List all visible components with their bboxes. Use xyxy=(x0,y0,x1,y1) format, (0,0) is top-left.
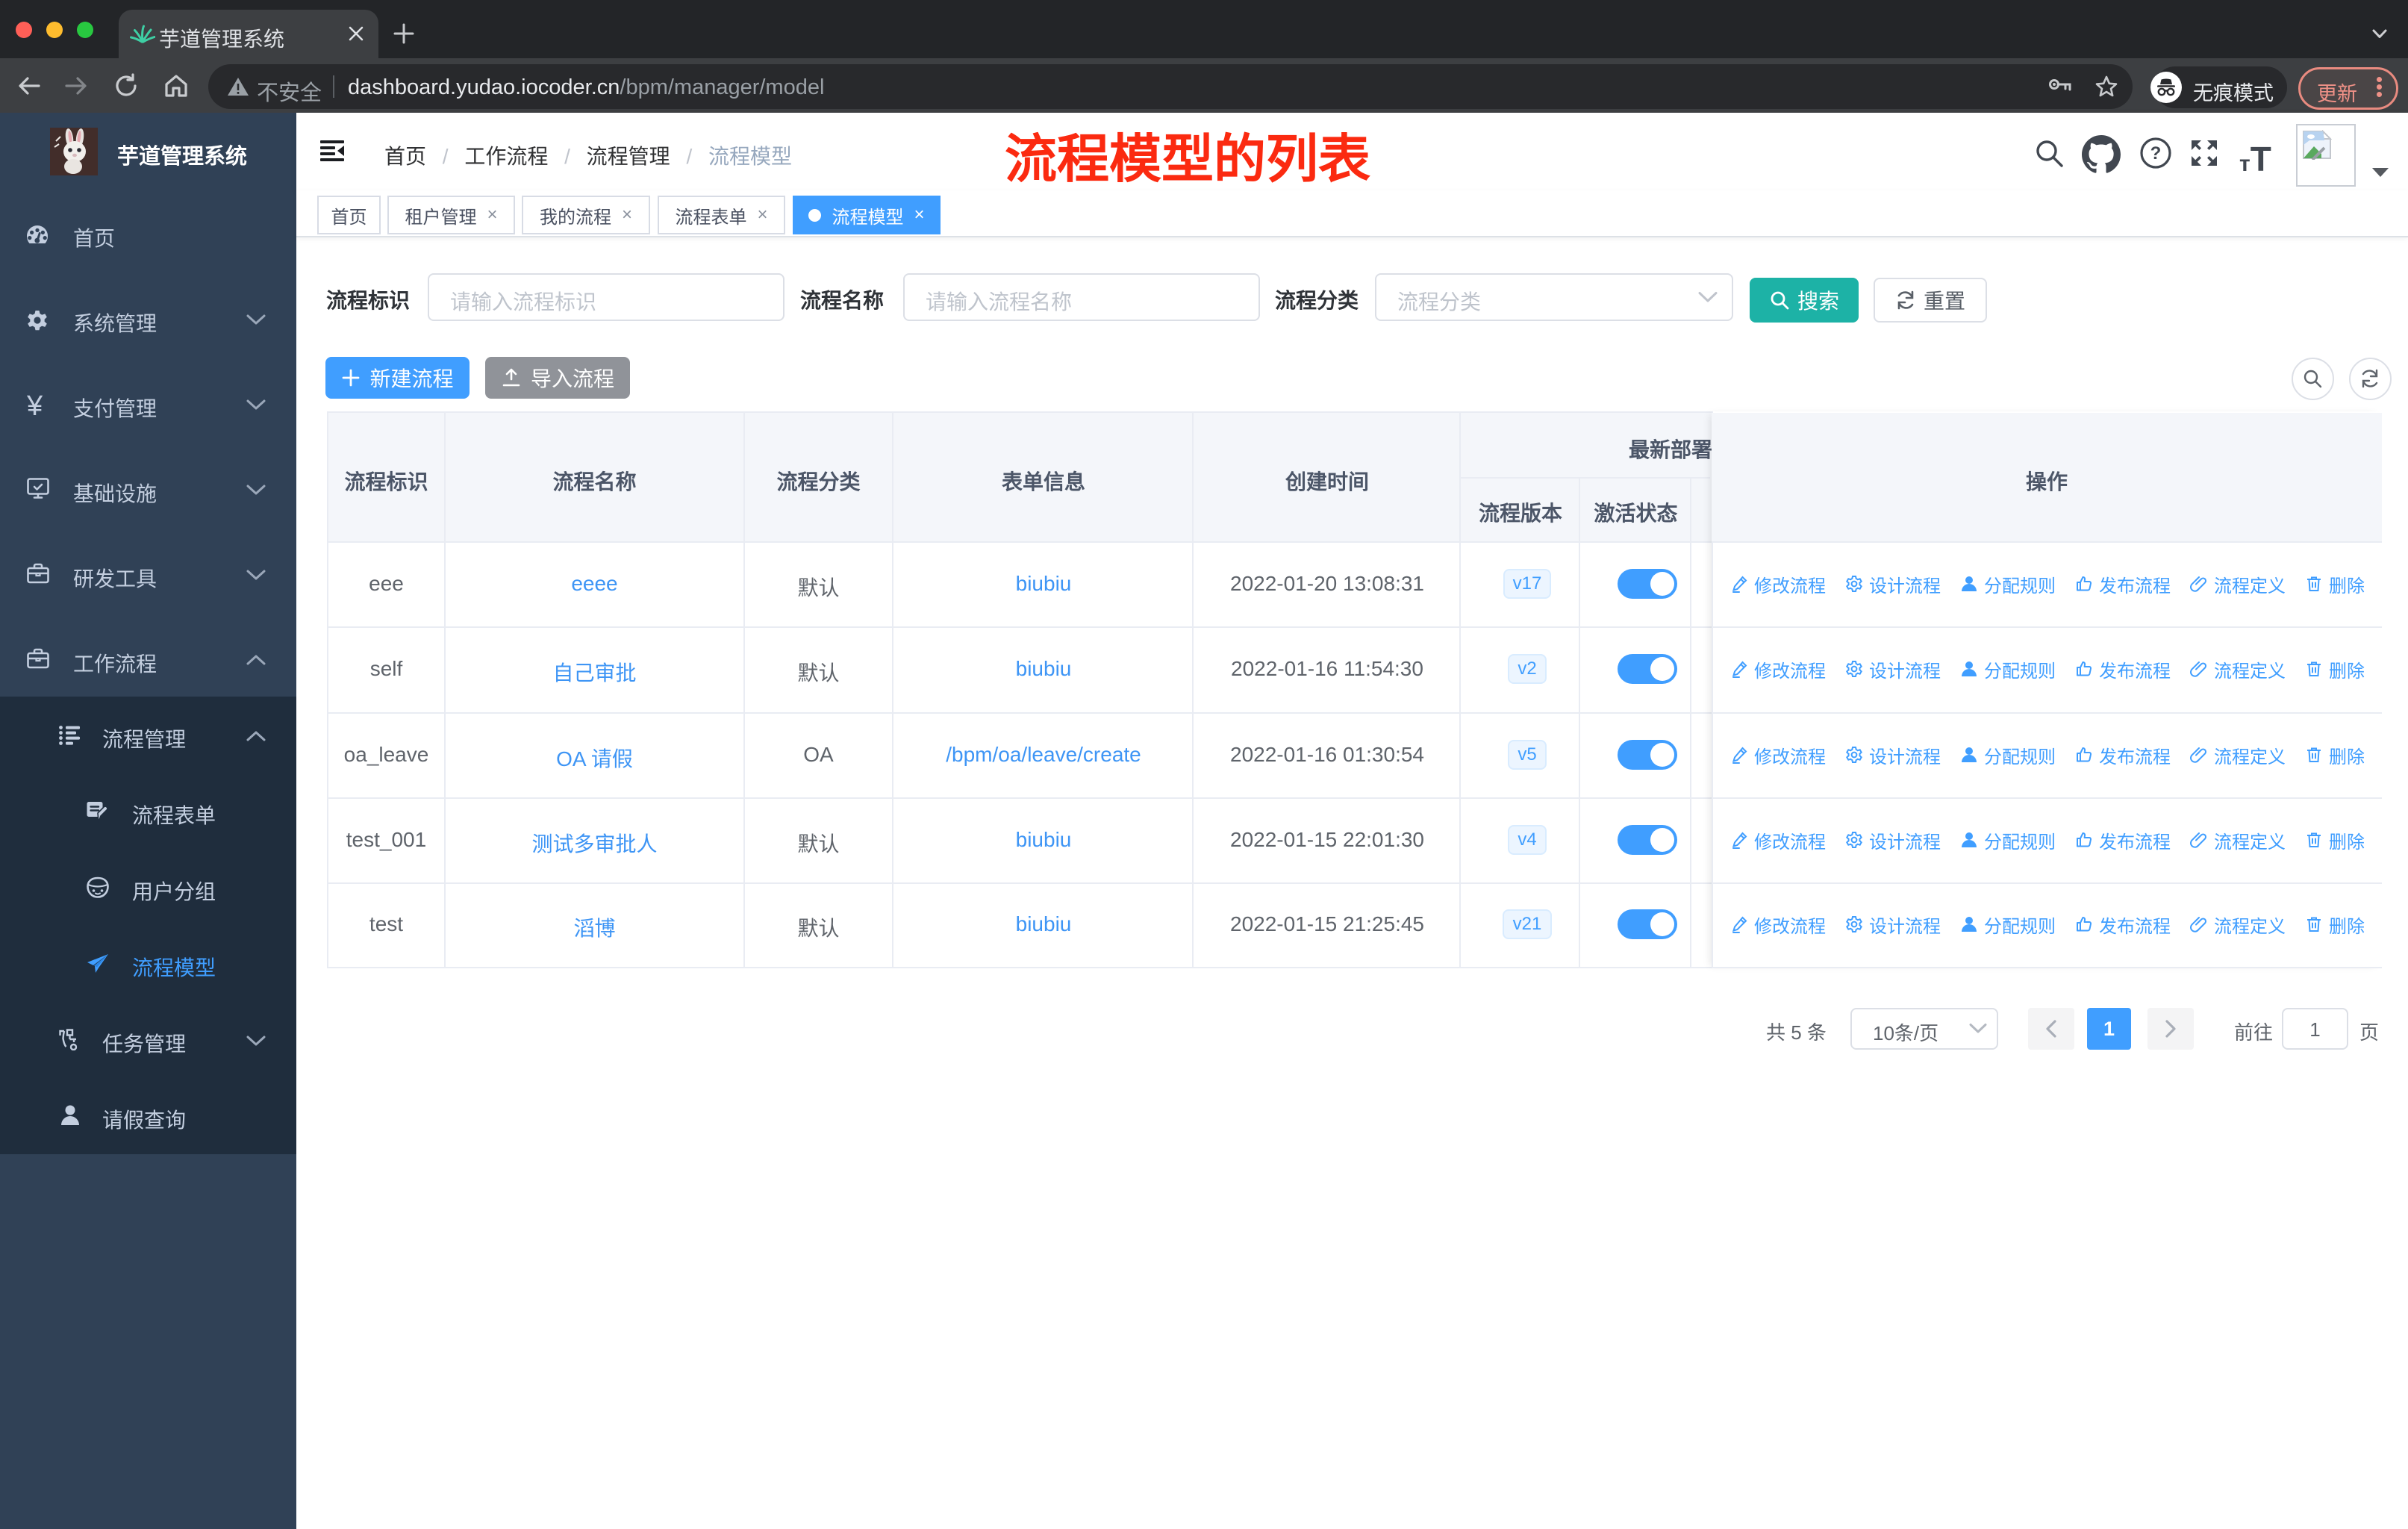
svg-text:?: ? xyxy=(2150,143,2162,164)
